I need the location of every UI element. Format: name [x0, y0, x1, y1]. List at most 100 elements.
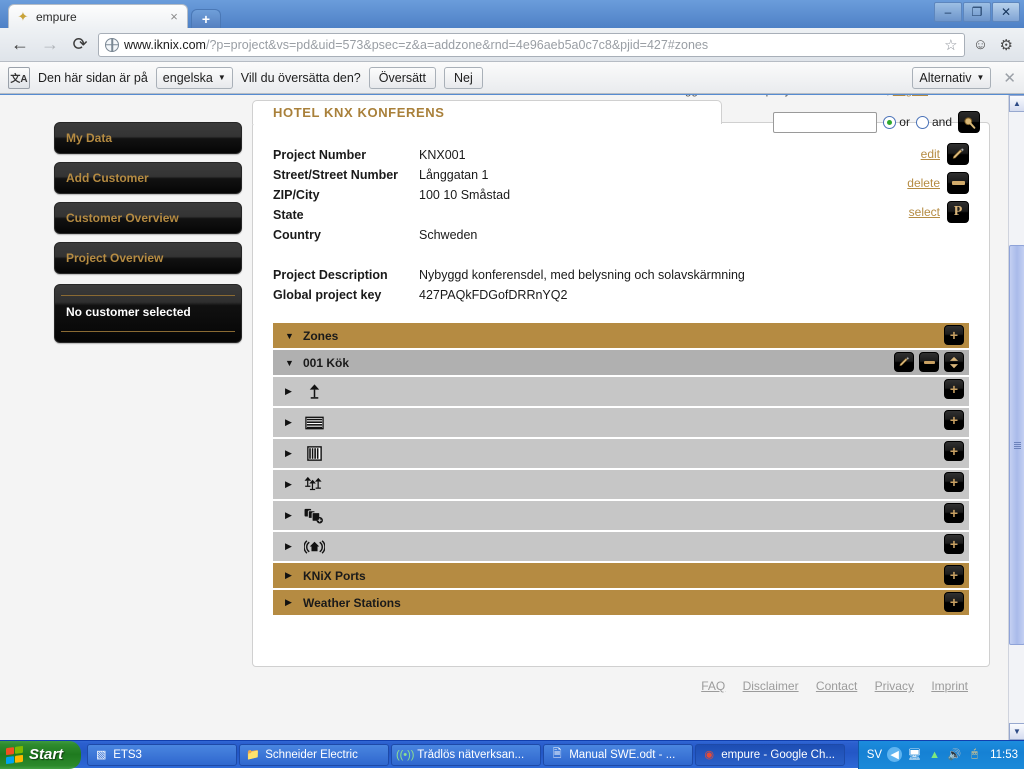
detail-label: State — [273, 205, 419, 225]
edit-link[interactable]: edit — [921, 147, 940, 161]
chevron-right-icon[interactable]: ▶ — [285, 448, 294, 459]
chevron-right-icon[interactable]: ▶ — [285, 570, 294, 581]
chevron-right-icon[interactable]: ▶ — [285, 386, 294, 397]
plus-icon: + — [950, 475, 958, 489]
select-button[interactable]: P — [947, 201, 969, 223]
close-button[interactable]: ✕ — [992, 2, 1020, 22]
chevron-right-icon[interactable]: ▶ — [285, 541, 294, 552]
scroll-down-button[interactable]: ▼ — [1009, 723, 1024, 740]
search-input[interactable] — [773, 112, 877, 133]
taskbar-item-empure-chrome[interactable]: ◉ empure - Google Ch... — [695, 744, 845, 766]
taskbar-item-wireless[interactable]: ((•)) Trådlös nätverksan... — [391, 744, 541, 766]
taskbar-item-manual-swe[interactable]: 🗎 Manual SWE.odt - ... — [543, 744, 693, 766]
translate-options-button[interactable]: Alternativ ▼ — [912, 67, 991, 89]
translate-message: Den här sidan är på — [38, 71, 148, 85]
scroll-up-button[interactable]: ▲ — [1009, 95, 1024, 112]
device-row-sensor[interactable]: ▶ — [273, 532, 969, 561]
zone-move-button[interactable] — [944, 352, 964, 372]
taskbar-item-schneider-electric[interactable]: 📁 Schneider Electric — [239, 744, 389, 766]
sidebar-item-label: Customer Overview — [66, 211, 179, 225]
tab-close-icon[interactable]: × — [167, 9, 181, 24]
device-row-scenes[interactable]: ▶ — [273, 501, 969, 530]
select-link[interactable]: select — [909, 205, 940, 219]
restore-button[interactable]: ❐ — [963, 2, 991, 22]
search-mode-or[interactable]: or — [883, 115, 910, 129]
language-select[interactable]: engelska ▼ — [156, 67, 233, 89]
footer-link-imprint[interactable]: Imprint — [931, 679, 968, 693]
sidebar-item-my-data[interactable]: My Data — [54, 122, 242, 154]
sidebar-item-customer-overview[interactable]: Customer Overview — [54, 202, 242, 234]
address-bar[interactable]: www.iknix.com/?p=project&vs=pd&uid=573&p… — [98, 33, 965, 57]
add-shutter-button[interactable]: + — [944, 441, 964, 461]
search-mode-and[interactable]: and — [916, 115, 952, 129]
taskbar-item-ets3[interactable]: ▧ ETS3 — [87, 744, 237, 766]
edit-button[interactable] — [947, 143, 969, 165]
decline-translate-button[interactable]: Nej — [444, 67, 483, 89]
add-sensor-button[interactable]: + — [944, 534, 964, 554]
radio-and[interactable] — [916, 116, 929, 129]
chevron-right-icon[interactable]: ▶ — [285, 597, 294, 608]
delete-link[interactable]: delete — [907, 176, 940, 190]
zone-edit-button[interactable] — [894, 352, 914, 372]
footer-link-contact[interactable]: Contact — [816, 679, 857, 693]
translate-button[interactable]: Översätt — [369, 67, 436, 89]
device-row-lamp[interactable]: ▶ — [273, 377, 969, 406]
zone-delete-button[interactable] — [919, 352, 939, 372]
chevron-right-icon[interactable]: ▶ — [285, 417, 294, 428]
device-row-shutter[interactable]: ▶ — [273, 439, 969, 468]
tray-language[interactable]: SV — [867, 749, 882, 761]
extension-icon[interactable]: ☺ — [971, 35, 991, 55]
add-knix-port-button[interactable]: + — [944, 565, 964, 585]
device-row-lamp-group[interactable]: ▶ — [273, 470, 969, 499]
radio-or[interactable] — [883, 116, 896, 129]
add-lamp-group-button[interactable]: + — [944, 472, 964, 492]
section-knix-ports-header[interactable]: ▶ KNiX Ports + — [273, 563, 969, 588]
add-zone-button[interactable]: + — [944, 325, 964, 345]
reload-icon[interactable]: ⟳ — [68, 33, 92, 57]
new-tab-button[interactable]: + — [191, 9, 221, 28]
back-icon[interactable]: ← — [8, 33, 32, 57]
minimize-button[interactable]: – — [934, 2, 962, 22]
bookmark-star-icon[interactable]: ☆ — [944, 36, 957, 54]
footer-link-faq[interactable]: FAQ — [701, 679, 725, 693]
select-action[interactable]: select P — [909, 201, 969, 223]
add-lamp-button[interactable]: + — [944, 379, 964, 399]
add-scene-button[interactable]: + — [944, 503, 964, 523]
delete-action[interactable]: delete — [907, 172, 969, 194]
sidebar-item-project-overview[interactable]: Project Overview — [54, 242, 242, 274]
device-row-blinds[interactable]: ▶ — [273, 408, 969, 437]
page-scrollbar[interactable]: ▲ ▼ — [1008, 95, 1024, 740]
start-button[interactable]: Start — [0, 741, 81, 769]
add-blinds-button[interactable]: + — [944, 410, 964, 430]
chevron-left-icon[interactable]: ◀ — [887, 747, 902, 762]
chevron-right-icon[interactable]: ▶ — [285, 510, 294, 521]
spacer — [273, 245, 969, 265]
wrench-menu-icon[interactable]: ⚙ — [997, 36, 1016, 54]
volume-icon[interactable]: 🔊 — [947, 747, 962, 762]
footer-link-privacy[interactable]: Privacy — [875, 679, 914, 693]
logout-link[interactable]: Logout — [893, 95, 928, 97]
zone-row-001-kok[interactable]: ▼ 001 Kök — [273, 350, 969, 375]
infobar-close-icon[interactable]: ✕ — [999, 69, 1016, 87]
browser-tab-empure[interactable]: ✦ empure × — [8, 4, 188, 28]
footer-link-disclaimer[interactable]: Disclaimer — [743, 679, 799, 693]
chevron-down-icon[interactable]: ▼ — [285, 358, 294, 368]
plus-icon: + — [950, 413, 958, 427]
add-weather-station-button[interactable]: + — [944, 592, 964, 612]
sidebar-item-add-customer[interactable]: Add Customer — [54, 162, 242, 194]
forward-icon[interactable]: → — [38, 33, 62, 57]
translate-infobar: 文A Den här sidan är på engelska ▼ Vill d… — [0, 62, 1024, 94]
edit-action[interactable]: edit — [921, 143, 969, 165]
sensor-house-icon — [303, 538, 325, 556]
delete-button[interactable] — [947, 172, 969, 194]
network-icon[interactable]: 🖥 — [907, 747, 922, 762]
search-button[interactable] — [958, 111, 980, 133]
signal-icon[interactable]: ▲ — [927, 747, 942, 762]
mouse-icon[interactable]: 🖱 — [967, 747, 982, 762]
folder-icon: 📁 — [246, 748, 260, 762]
section-weather-stations-header[interactable]: ▶ Weather Stations + — [273, 590, 969, 615]
chevron-down-icon[interactable]: ▼ — [285, 331, 294, 341]
chevron-right-icon[interactable]: ▶ — [285, 479, 294, 490]
section-zones-header[interactable]: ▼ Zones + — [273, 323, 969, 348]
scrollbar-thumb[interactable] — [1009, 245, 1024, 645]
